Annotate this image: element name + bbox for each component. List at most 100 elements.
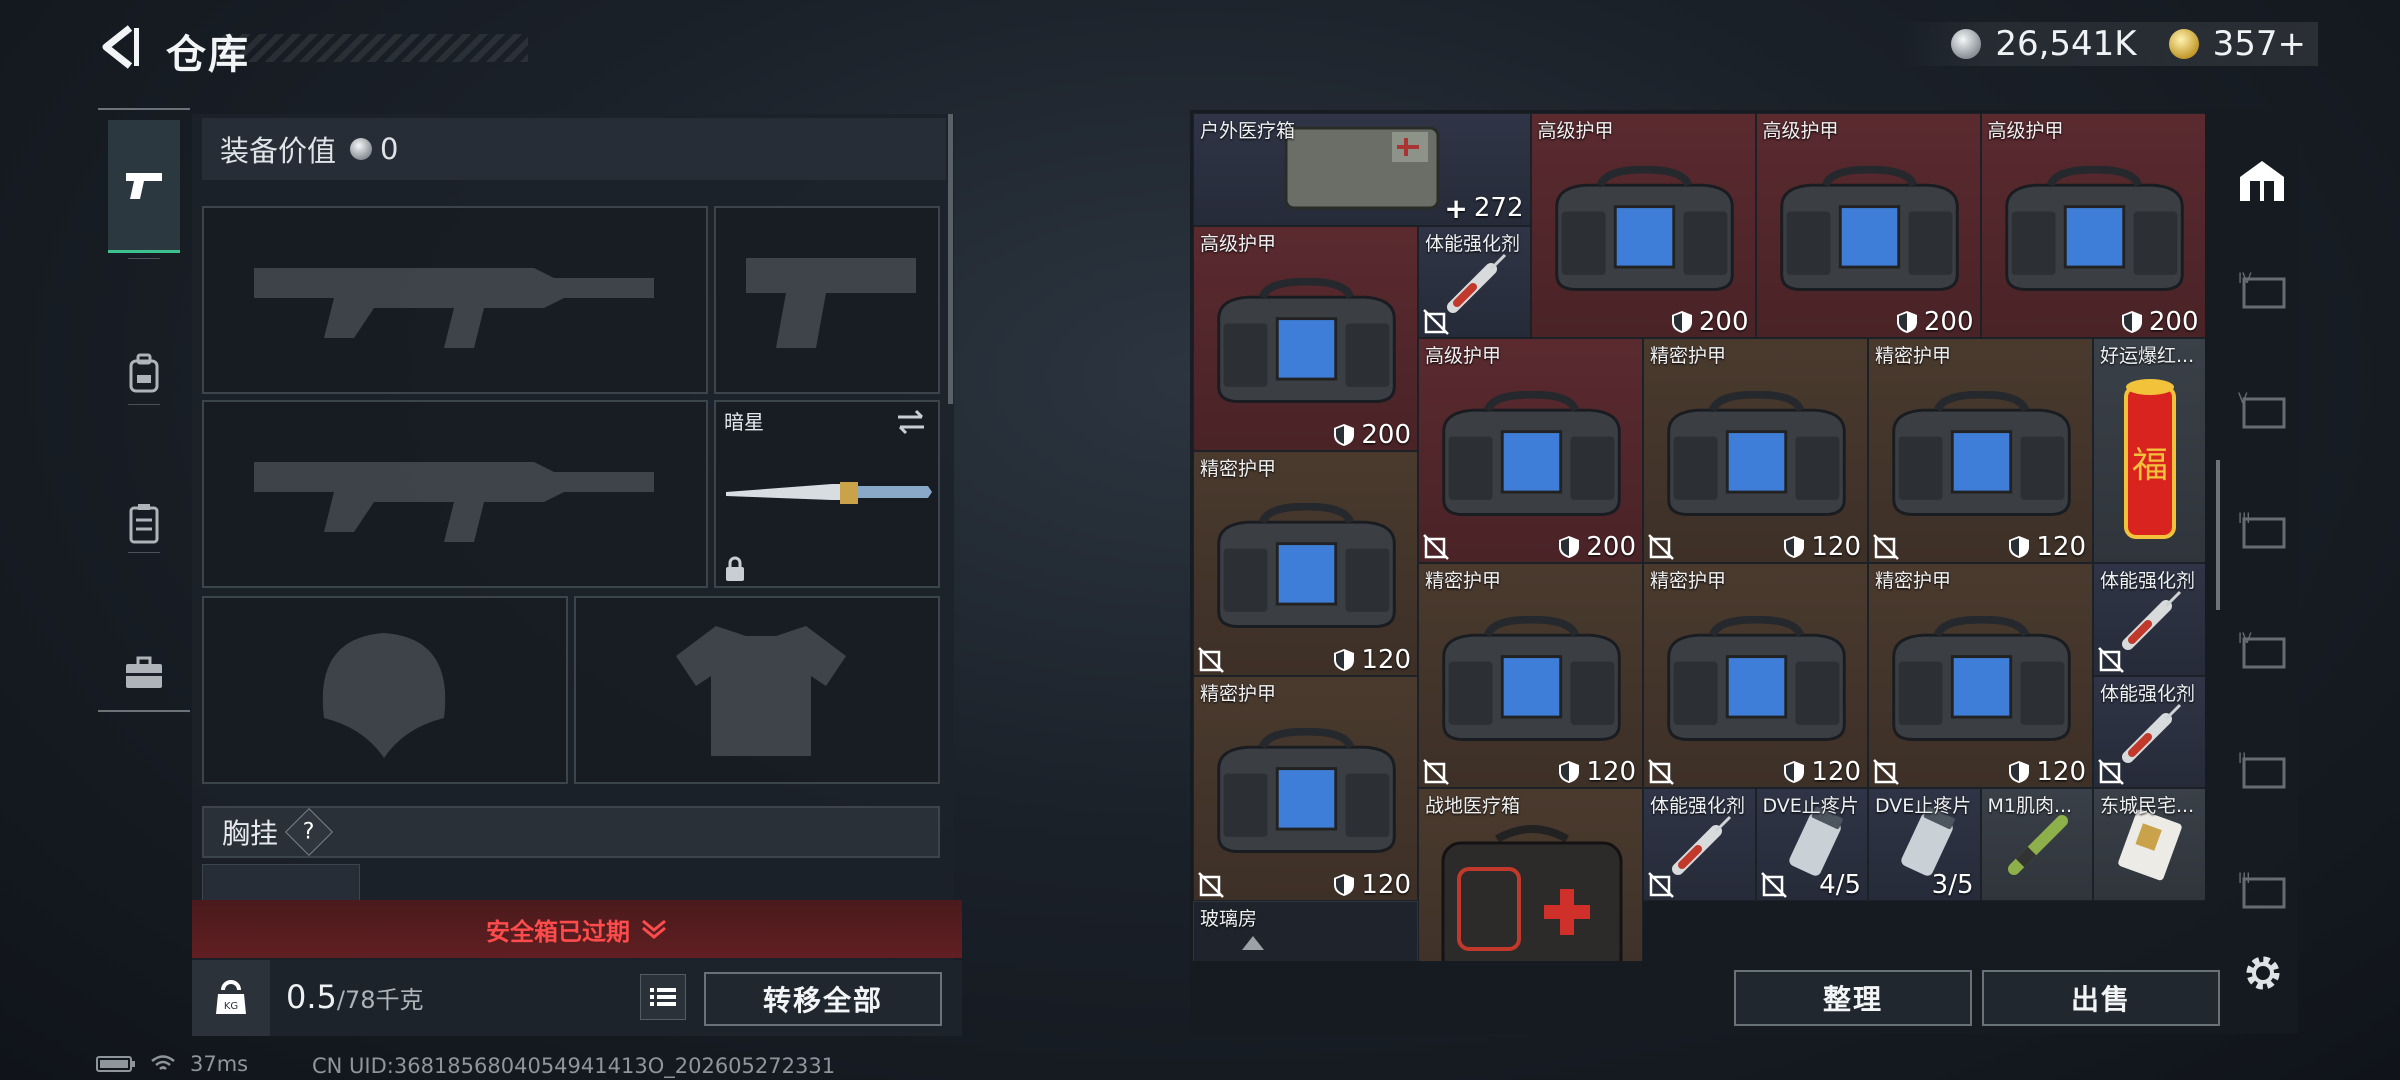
- no-insure-icon: [1760, 871, 1787, 898]
- storage-item[interactable]: 精密护甲 120: [1193, 450, 1418, 676]
- safe-box-status: 安全箱已过期: [486, 917, 630, 946]
- svg-text:III: III: [2238, 871, 2250, 887]
- storage-item[interactable]: 高级护甲 200: [1418, 338, 1643, 563]
- helmet-slot[interactable]: [202, 596, 568, 784]
- armor-bag-icon: [2004, 165, 2184, 291]
- storage-item[interactable]: DVE止疼片 4/5: [1755, 788, 1868, 901]
- armor-bag-icon: [1217, 278, 1396, 403]
- melee-slot[interactable]: 暗星: [714, 400, 940, 588]
- body-armor-silhouette-icon: [676, 626, 846, 756]
- syringe-icon: [1447, 253, 1507, 313]
- shield-icon: [1334, 873, 1355, 896]
- safe-box-expired-banner[interactable]: 安全箱已过期: [192, 900, 962, 958]
- storage-item[interactable]: 精密护甲 120: [1193, 675, 1418, 901]
- chevron-left-icon: [102, 25, 139, 69]
- tab-storage-main[interactable]: [2234, 153, 2290, 209]
- silver-coin-icon: [350, 138, 373, 160]
- storage-item[interactable]: 玻璃房: [1193, 900, 1418, 961]
- item-value: 120: [1333, 645, 1411, 675]
- shield-icon: [1334, 423, 1355, 446]
- no-insure-icon: [1648, 759, 1674, 785]
- shield-icon: [2009, 761, 2030, 783]
- item-value: 200: [1896, 307, 1974, 337]
- storage-item[interactable]: 福 好运爆红...: [2093, 338, 2205, 563]
- storage-item[interactable]: 精密护甲 120: [1643, 563, 1868, 788]
- list-icon: [650, 988, 676, 1006]
- nav-backpack[interactable]: [108, 308, 180, 438]
- armor-slot[interactable]: [574, 596, 940, 784]
- nav-vest[interactable]: [108, 458, 180, 588]
- nav-case[interactable]: [108, 608, 180, 738]
- storage-item[interactable]: 高级护甲 200: [1755, 113, 1981, 338]
- weight-readout: 0.5/78千克: [286, 978, 424, 1016]
- title-decoration: [222, 34, 528, 62]
- storage-item[interactable]: DVE止疼片 3/5: [1868, 788, 1981, 901]
- no-insure-icon: [1423, 309, 1449, 335]
- tab-storage-ii[interactable]: II: [2234, 743, 2290, 799]
- currency-bar: 26,541K 357+: [1901, 22, 2318, 66]
- swap-icon[interactable]: [894, 408, 928, 436]
- storage-item[interactable]: 精密护甲 120: [1418, 563, 1643, 788]
- chest-rig-slot[interactable]: [202, 864, 360, 902]
- shield-icon: [1671, 311, 1692, 333]
- item-name: 精密护甲: [1200, 457, 1277, 480]
- item-name: DVE止疼片: [1762, 795, 1859, 817]
- gear-icon: [2246, 956, 2280, 990]
- helmet-silhouette-icon: [322, 633, 446, 758]
- sell-button[interactable]: 出售: [1982, 970, 2220, 1026]
- storage-item[interactable]: 精密护甲 120: [1868, 563, 2093, 788]
- storage-item[interactable]: 高级护甲 200: [1193, 225, 1418, 451]
- storage-scrollbar[interactable]: [2216, 460, 2220, 610]
- transfer-all-button[interactable]: 转移全部: [704, 972, 942, 1026]
- svg-text:KG: KG: [224, 1001, 238, 1012]
- storage-item[interactable]: 东城民宅...: [2093, 788, 2205, 901]
- shield-icon: [1559, 761, 1580, 783]
- storage-item[interactable]: 体能强化剂: [1643, 788, 1756, 901]
- organize-button[interactable]: 整理: [1734, 970, 1972, 1026]
- no-insure-icon: [1873, 534, 1899, 560]
- storage-item[interactable]: 高级护甲 200: [1530, 113, 1756, 338]
- status-bar: 37ms: [96, 1052, 248, 1076]
- help-icon[interactable]: ?: [284, 807, 334, 857]
- no-insure-icon: [1648, 871, 1674, 898]
- item-value: 200: [1333, 420, 1411, 450]
- item-name: 高级护甲: [1537, 120, 1614, 142]
- no-insure-icon: [1873, 759, 1899, 785]
- storage-item[interactable]: 体能强化剂: [1418, 225, 1531, 338]
- list-view-button[interactable]: [640, 974, 686, 1020]
- silver-balance: 26,541K: [1995, 24, 2137, 64]
- page-title: 仓库: [166, 32, 250, 78]
- item-value: 4/5: [1819, 869, 1861, 900]
- gold-balance[interactable]: 357+: [2213, 24, 2306, 64]
- injector-icon: [2007, 815, 2068, 875]
- tab-storage-iii[interactable]: III: [2234, 503, 2290, 559]
- chest-rig-label: 胸挂: [222, 817, 279, 850]
- tab-storage-iv[interactable]: IV: [2234, 263, 2290, 319]
- shield-icon: [2121, 311, 2142, 333]
- storage-item[interactable]: 高级护甲 200: [1980, 113, 2205, 338]
- storage-item[interactable]: 户外医疗箱 +272: [1193, 113, 1531, 226]
- storage-item[interactable]: 战地医疗箱: [1418, 788, 1643, 961]
- pistol-slot[interactable]: [714, 206, 940, 394]
- settings-button[interactable]: [2240, 950, 2286, 996]
- storage-item[interactable]: 体能强化剂: [2093, 675, 2205, 788]
- equipment-scrollbar[interactable]: [948, 114, 953, 404]
- armor-bag-icon: [1554, 165, 1734, 291]
- tab-storage-iv-b[interactable]: IV: [2234, 623, 2290, 679]
- armor-bag-icon: [1892, 390, 2071, 516]
- item-name: 高级护甲: [1425, 345, 1502, 367]
- secondary-weapon-slot[interactable]: [202, 400, 708, 588]
- storage-item[interactable]: 精密护甲 120: [1643, 338, 1868, 563]
- tab-storage-iii-b[interactable]: III: [2234, 863, 2290, 919]
- storage-item[interactable]: 体能强化剂: [2093, 563, 2205, 676]
- no-insure-icon: [1423, 534, 1449, 560]
- back-button[interactable]: [96, 22, 146, 72]
- storage-item[interactable]: 精密护甲 120: [1868, 338, 2093, 563]
- tab-storage-v[interactable]: V: [2234, 383, 2290, 439]
- item-name: 战地医疗箱: [1425, 795, 1521, 817]
- caret-up-icon: [1242, 935, 1264, 950]
- storage-item[interactable]: M1肌肉...: [1980, 788, 2093, 901]
- knife-icon: [726, 482, 932, 504]
- primary-weapon-slot[interactable]: [202, 206, 708, 394]
- nav-weapons[interactable]: [108, 120, 180, 253]
